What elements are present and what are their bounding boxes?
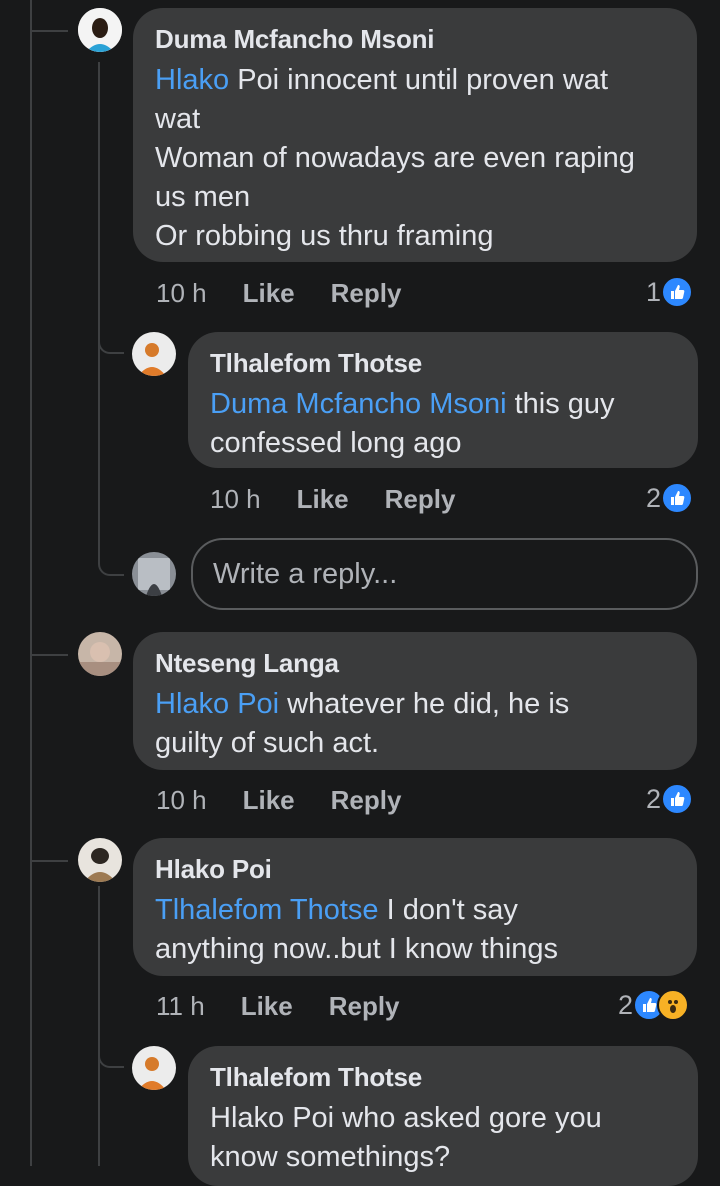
- comment-text-line: I don't say: [378, 894, 518, 926]
- avatar[interactable]: [78, 632, 122, 676]
- avatar[interactable]: [78, 838, 122, 882]
- mention-link[interactable]: Hlako: [155, 64, 229, 96]
- like-button[interactable]: Like: [241, 991, 293, 1022]
- comment-text-line: wat: [155, 103, 201, 135]
- thread-connector: [30, 654, 68, 656]
- avatar[interactable]: [132, 1046, 176, 1090]
- comment-actions: 10 h Like Reply: [210, 484, 455, 515]
- avatar[interactable]: [78, 8, 122, 52]
- comment-actions: 11 h Like Reply: [156, 991, 400, 1022]
- comment-author[interactable]: Tlhalefom Thotse: [210, 348, 676, 379]
- comment-text-line: Or robbing us thru framing: [155, 220, 494, 252]
- timestamp[interactable]: 11 h: [156, 991, 205, 1022]
- reaction-count: 2: [618, 989, 634, 1020]
- reply-button[interactable]: Reply: [329, 991, 400, 1022]
- avatar[interactable]: [132, 332, 176, 376]
- comment-text-line: guilty of such act.: [155, 727, 380, 759]
- comment-text-line: confessed long ago: [210, 427, 462, 459]
- comment-actions: 10 h Like Reply: [156, 785, 401, 816]
- thread-connector: [30, 860, 68, 862]
- mention-link[interactable]: Duma Mcfancho Msoni: [210, 388, 507, 420]
- like-button[interactable]: Like: [297, 484, 349, 515]
- reply-button[interactable]: Reply: [331, 785, 402, 816]
- reply-input[interactable]: Write a reply...: [191, 538, 698, 610]
- comment-text-line: whatever he did, he is: [279, 688, 570, 720]
- reaction-count: 2: [646, 482, 662, 513]
- comment-bubble[interactable]: Hlako Poi Tlhalefom Thotse I don't say a…: [133, 838, 697, 976]
- comment-text: Hlako Poi whatever he did, he is guilty …: [155, 685, 675, 763]
- avatar: [132, 552, 176, 596]
- reply-button[interactable]: Reply: [385, 484, 456, 515]
- reply-placeholder: Write a reply...: [213, 557, 398, 590]
- wow-face-icon: [657, 989, 690, 1021]
- comment-text-line: Woman of nowadays are even raping: [155, 142, 635, 174]
- thread-elbow: [98, 510, 124, 576]
- comment-bubble[interactable]: Duma Mcfancho Msoni Hlako Poi innocent u…: [133, 8, 697, 262]
- comment-author[interactable]: Hlako Poi: [155, 854, 675, 885]
- reaction-count: 1: [646, 276, 662, 307]
- comment-text-line: know somethings?: [210, 1141, 451, 1173]
- thumbs-up-icon: [661, 482, 694, 514]
- like-button[interactable]: Like: [243, 278, 295, 309]
- comment-text-line: this guy: [506, 388, 615, 420]
- comment-text: Duma Mcfancho Msoni this guy confessed l…: [210, 385, 676, 463]
- thread-line-outer: [30, 0, 32, 1166]
- mention-link[interactable]: Tlhalefom Thotse: [155, 894, 379, 926]
- comment-text-line: Hlako Poi who asked gore you: [210, 1102, 602, 1134]
- comment-text: Hlako Poi who asked gore you know someth…: [210, 1099, 676, 1177]
- thread-elbow: [98, 300, 124, 354]
- timestamp[interactable]: 10 h: [156, 278, 207, 309]
- mention-link[interactable]: Hlako Poi: [155, 688, 279, 720]
- thumbs-up-icon: [661, 276, 694, 308]
- reply-button[interactable]: Reply: [331, 278, 402, 309]
- comment-text-line: us men: [155, 181, 251, 213]
- comment-text: Tlhalefom Thotse I don't say anything no…: [155, 891, 675, 969]
- comment-bubble[interactable]: Nteseng Langa Hlako Poi whatever he did,…: [133, 632, 697, 770]
- thumbs-up-icon: [661, 783, 694, 815]
- comment-bubble[interactable]: Tlhalefom Thotse Duma Mcfancho Msoni thi…: [188, 332, 698, 468]
- comment-text-line: anything now..but I know things: [155, 933, 559, 965]
- like-button[interactable]: Like: [243, 785, 295, 816]
- thread-connector: [30, 30, 68, 32]
- comment-text-line: Poi innocent until proven wat: [229, 64, 608, 96]
- reaction-summary[interactable]: 2: [646, 482, 694, 514]
- timestamp[interactable]: 10 h: [156, 785, 207, 816]
- reaction-count: 2: [646, 783, 662, 814]
- timestamp[interactable]: 10 h: [210, 484, 261, 515]
- comment-text: Hlako Poi innocent until proven wat wat …: [155, 61, 675, 256]
- comment-author[interactable]: Nteseng Langa: [155, 648, 675, 679]
- reaction-summary[interactable]: 2: [646, 783, 694, 815]
- reaction-summary[interactable]: 2: [618, 989, 690, 1021]
- comment-author[interactable]: Duma Mcfancho Msoni: [155, 24, 675, 55]
- thread-elbow: [98, 1010, 124, 1068]
- reaction-summary[interactable]: 1: [646, 276, 694, 308]
- comment-bubble[interactable]: Tlhalefom Thotse Hlako Poi who asked gor…: [188, 1046, 698, 1186]
- comment-actions: 10 h Like Reply: [156, 278, 401, 309]
- comment-author[interactable]: Tlhalefom Thotse: [210, 1062, 676, 1093]
